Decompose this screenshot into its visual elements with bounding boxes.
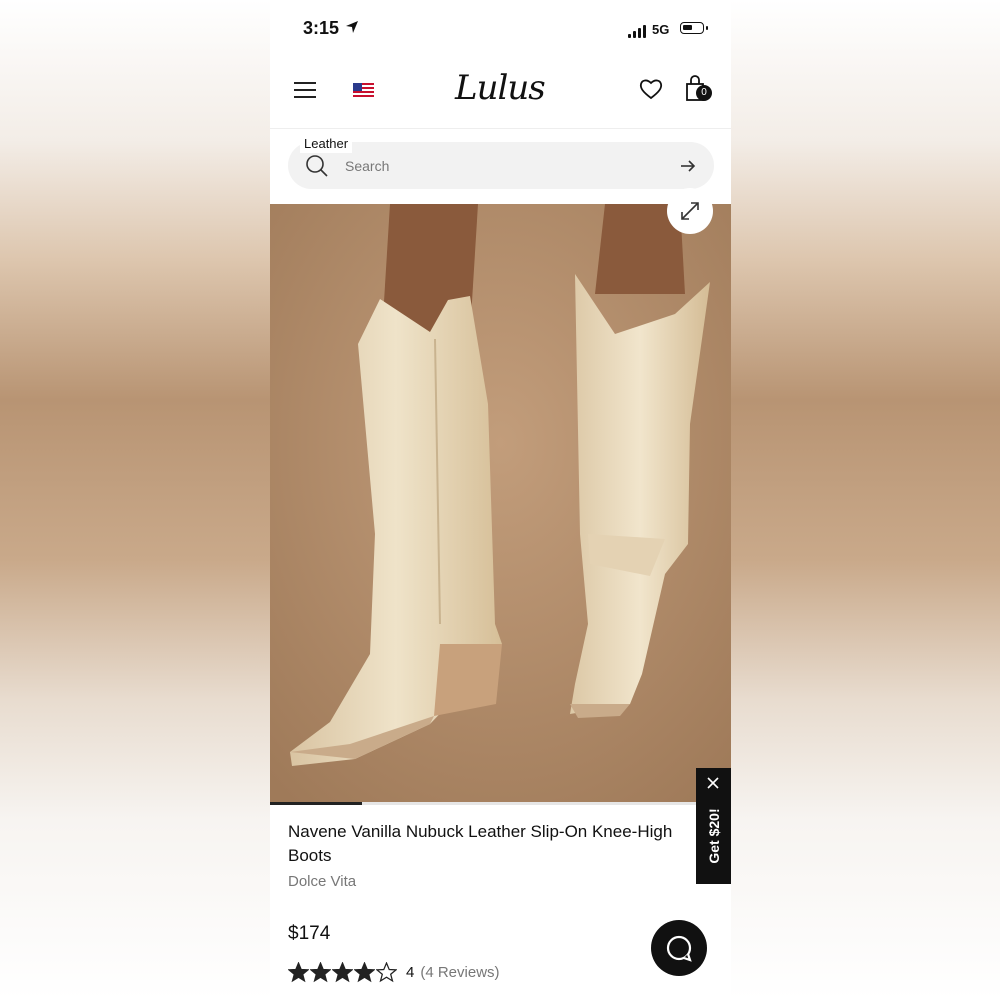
phone-screen: 3:15 5G Lulus 0 Leather Search Navene Va…	[270, 0, 731, 1000]
star-empty-icon	[376, 961, 397, 982]
rating-stars	[288, 961, 398, 983]
close-icon[interactable]	[706, 776, 720, 790]
menu-icon[interactable]	[294, 82, 316, 98]
location-arrow-icon	[346, 21, 358, 33]
product-price: $174	[288, 923, 331, 944]
lulus-logo[interactable]: Lulus	[455, 68, 546, 108]
product-title: Navene Vanilla Nubuck Leather Slip-On Kn…	[288, 822, 673, 865]
cell-signal-icon	[628, 24, 648, 38]
promo-label[interactable]: Get $20!	[706, 796, 722, 876]
background-right	[731, 0, 1000, 1000]
expand-image-button[interactable]	[667, 188, 713, 234]
status-bar: 3:15 5G	[270, 0, 731, 58]
boots-photo-illustration	[270, 204, 731, 802]
search-category-chip[interactable]: Leather	[300, 134, 353, 153]
star-filled-icon	[332, 961, 353, 982]
star-filled-icon	[354, 961, 375, 982]
wishlist-heart-icon[interactable]	[639, 78, 663, 100]
search-input[interactable]	[343, 154, 647, 178]
background-left	[0, 0, 270, 1000]
search-icon	[306, 155, 328, 177]
promo-tab[interactable]: Get $20!	[696, 768, 731, 884]
star-filled-icon	[310, 961, 331, 982]
product-image[interactable]	[270, 204, 731, 802]
site-header: Lulus 0	[270, 58, 731, 129]
star-filled-icon	[288, 961, 309, 982]
reviews-link[interactable]: (4 Reviews)	[420, 964, 499, 981]
status-time: 3:15	[303, 18, 340, 38]
product-brand[interactable]: Dolce Vita	[288, 873, 356, 890]
cart-count-badge: 0	[696, 85, 712, 101]
rating-value: 4	[406, 963, 415, 981]
product-rating[interactable]: 4 (4 Reviews)	[288, 960, 500, 984]
chat-bubble-icon	[666, 935, 692, 962]
chat-button[interactable]	[651, 920, 707, 976]
image-gallery-progress	[270, 802, 731, 805]
network-type: 5G	[652, 22, 670, 37]
us-flag-icon[interactable]	[353, 83, 374, 98]
expand-icon	[681, 202, 699, 220]
arrow-right-icon[interactable]	[680, 158, 696, 174]
battery-icon	[680, 22, 708, 34]
gallery-progress-fill	[270, 802, 363, 805]
